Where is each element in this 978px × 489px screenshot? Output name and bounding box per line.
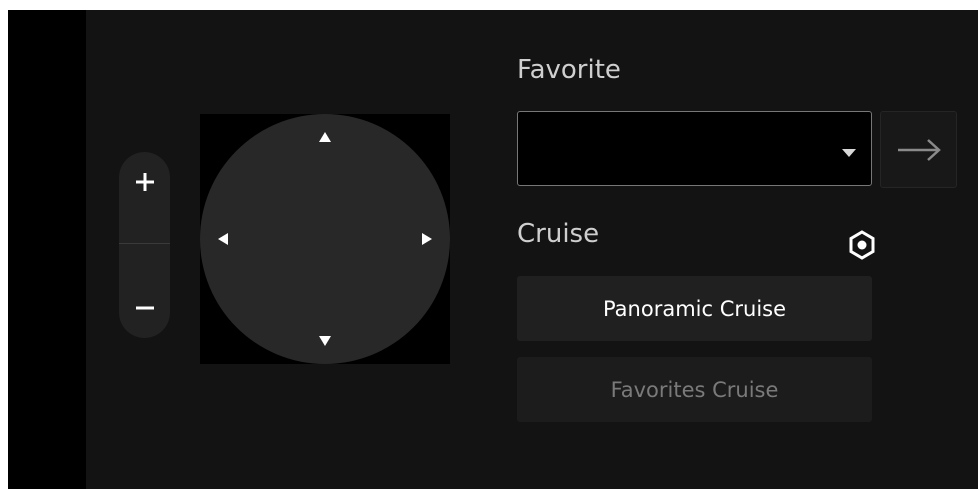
chevron-down-icon — [841, 143, 857, 162]
pan-up-button[interactable] — [310, 122, 340, 152]
pan-down-button[interactable] — [310, 326, 340, 356]
zoom-in-button[interactable] — [119, 152, 170, 212]
plus-icon — [135, 173, 154, 191]
go-to-favorite-button[interactable] — [880, 111, 957, 188]
panoramic-cruise-button[interactable]: Panoramic Cruise — [517, 276, 872, 341]
triangle-right-icon — [422, 233, 432, 245]
ptz-direction-pad — [200, 114, 450, 364]
settings-icon[interactable] — [846, 229, 878, 261]
minus-icon — [135, 306, 154, 310]
pan-right-button[interactable] — [412, 224, 442, 254]
favorites-cruise-button[interactable]: Favorites Cruise — [517, 357, 872, 422]
zoom-control — [119, 152, 170, 338]
zoom-out-button[interactable] — [119, 278, 170, 338]
triangle-down-icon — [319, 336, 331, 346]
zoom-divider — [119, 243, 170, 244]
pan-left-button[interactable] — [208, 224, 238, 254]
cruise-title: Cruise — [517, 219, 600, 249]
arrow-right-icon — [897, 138, 941, 161]
favorite-select[interactable] — [517, 111, 872, 186]
triangle-up-icon — [319, 132, 331, 142]
favorite-title: Favorite — [517, 55, 621, 85]
triangle-left-icon — [218, 233, 228, 245]
